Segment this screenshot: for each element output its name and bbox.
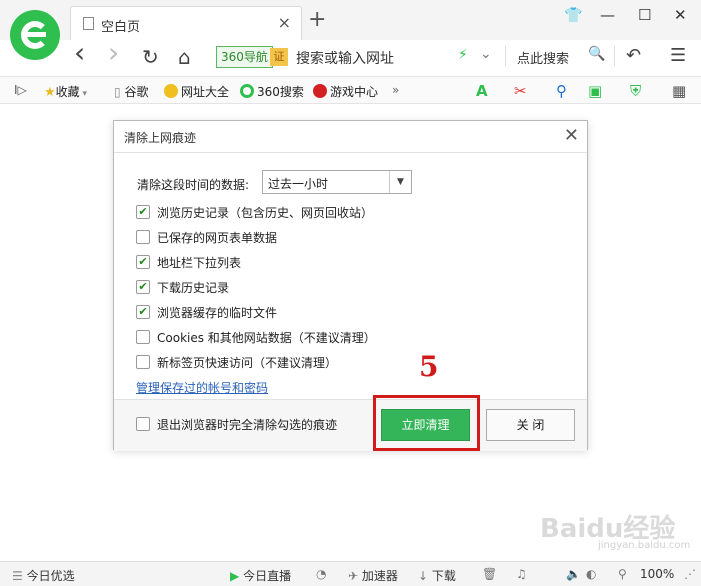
status-bar: ☰ 今日优选 ▶ 今日直播 ◔ ✈ 加速器 ↓ 下载 🗑 ♫ 🔈 ◐ ⚲ 100… — [0, 561, 701, 586]
sidebar-toggle-icon[interactable]: I▷ — [14, 83, 27, 97]
divider — [505, 46, 506, 66]
search-input[interactable]: 点此搜索 — [517, 48, 569, 67]
address-dropdown-icon[interactable]: ⌄ — [480, 46, 492, 62]
resize-grip-icon[interactable]: ⋰ — [684, 567, 696, 581]
time-range-label: 清除这段时间的数据: — [137, 178, 250, 192]
today-live[interactable]: ▶ 今日直播 — [230, 567, 291, 584]
ring-icon — [240, 84, 254, 98]
checkbox[interactable] — [136, 355, 150, 369]
download-icon: ↓ — [418, 569, 429, 583]
window-close-button[interactable]: ✕ — [674, 6, 687, 24]
clear-history-dialog: 清除上网痕迹 ✕ 清除这段时间的数据: 过去一小时 ▼ ✔ 浏览历史记录（包含历… — [113, 120, 588, 451]
back-button[interactable]: ‹ — [74, 39, 85, 67]
certificate-icon[interactable]: 证 — [270, 48, 288, 66]
manage-passwords-link[interactable]: 管理保存过的帐号和密码 — [136, 379, 268, 396]
time-range-value: 过去一小时 — [268, 177, 329, 191]
list-icon: ☰ — [12, 569, 23, 583]
bookmark-google[interactable]: ▯ 谷歌 — [114, 83, 148, 100]
game-icon — [313, 84, 327, 98]
tab-title: 空白页 — [101, 20, 141, 35]
checkbox[interactable] — [136, 417, 150, 431]
checkbox[interactable]: ✔ — [136, 305, 150, 319]
home-button[interactable]: ⌂ — [178, 45, 191, 69]
bookmark-favorites[interactable]: ★收藏 ▾ — [44, 83, 87, 100]
speedometer-icon[interactable]: ◔ — [316, 567, 326, 581]
globe-icon — [164, 84, 178, 98]
divider — [614, 46, 615, 66]
bookmark-game-center[interactable]: 游戏中心 — [313, 83, 378, 100]
step-number-annotation: 5 — [419, 350, 439, 383]
browser-logo[interactable] — [10, 10, 60, 60]
dialog-title: 清除上网痕迹 — [124, 131, 197, 145]
star-icon: ★ — [44, 85, 56, 100]
new-tab-button[interactable]: + — [308, 8, 326, 32]
page-icon — [83, 17, 94, 30]
address-input[interactable]: 搜索或输入网址 — [296, 48, 394, 68]
option-label: 地址栏下拉列表 — [157, 256, 242, 270]
bookmark-url-directory[interactable]: 网址大全 — [164, 83, 229, 100]
zoom-icon[interactable]: ⚲ — [618, 567, 627, 581]
search-icon[interactable]: 🔍 — [588, 46, 605, 62]
magnifier-icon[interactable]: ⚲ — [556, 82, 567, 100]
title-bar: 空白页 × + 👕 — ☐ ✕ — [0, 0, 701, 40]
accelerator[interactable]: ✈ 加速器 — [348, 567, 398, 584]
today-picks[interactable]: ☰ 今日优选 — [12, 567, 75, 584]
checkbox[interactable]: ✔ — [136, 280, 150, 294]
option-label: 浏览历史记录（包含历史、网页回收站） — [157, 206, 374, 220]
time-range-select[interactable]: 过去一小时 ▼ — [262, 170, 412, 194]
zoom-level[interactable]: 100% — [640, 567, 674, 581]
bookmark-360-search[interactable]: 360搜索 — [240, 83, 304, 100]
shield-icon[interactable]: ⛨ — [630, 82, 641, 100]
360-nav-badge[interactable]: 360导航 — [216, 46, 273, 68]
gamepad-icon[interactable]: ▣ — [588, 82, 602, 100]
option-label: 浏览器缓存的临时文件 — [157, 306, 278, 320]
maximize-button[interactable]: ☐ — [638, 6, 651, 24]
chevron-down-icon[interactable]: ▼ — [389, 171, 411, 193]
tab-close-icon[interactable]: × — [278, 13, 291, 32]
tab-blank-page[interactable]: 空白页 × — [70, 6, 302, 40]
page-icon: ▯ — [114, 85, 121, 99]
translate-icon[interactable]: A — [476, 82, 488, 100]
downloads[interactable]: ↓ 下载 — [418, 567, 456, 584]
play-icon: ▶ — [230, 569, 240, 583]
sound-icon[interactable]: ♫ — [516, 567, 527, 581]
menu-icon[interactable]: ☰ — [670, 44, 686, 68]
brightness-icon[interactable]: ◐ — [586, 567, 596, 581]
mute-icon[interactable]: 🔈 — [566, 567, 581, 581]
option-label: 退出浏览器时完全清除勾选的痕迹 — [157, 418, 338, 432]
refresh-button[interactable]: ↻ — [142, 45, 159, 69]
option-label: Cookies 和其他网站数据（不建议清理） — [157, 331, 376, 345]
dialog-close-icon[interactable]: ✕ — [564, 125, 579, 147]
close-button[interactable]: 关 闭 — [486, 409, 575, 441]
skin-icon[interactable]: 👕 — [564, 6, 583, 24]
option-label: 下载历史记录 — [157, 281, 230, 295]
rocket-icon: ✈ — [348, 569, 359, 583]
checkbox[interactable]: ✔ — [136, 255, 150, 269]
scissors-icon[interactable]: ✂ — [514, 82, 527, 100]
checkbox[interactable]: ✔ — [136, 205, 150, 219]
checkbox[interactable] — [136, 230, 150, 244]
dialog-header: 清除上网痕迹 ✕ — [114, 121, 587, 153]
forward-button[interactable]: › — [108, 39, 119, 67]
more-bookmarks-icon[interactable]: » — [392, 83, 399, 97]
highlight-box — [373, 395, 480, 451]
speed-icon[interactable]: ⚡ — [458, 47, 468, 63]
option-label: 新标签页快速访问（不建议清理） — [157, 356, 338, 370]
undo-icon[interactable]: ↶ — [626, 44, 641, 68]
apps-grid-icon[interactable]: ▦ — [672, 82, 686, 100]
minimize-button[interactable]: — — [600, 6, 615, 24]
checkbox[interactable] — [136, 330, 150, 344]
option-label: 已保存的网页表单数据 — [157, 231, 278, 245]
trash-icon[interactable]: 🗑 — [482, 567, 497, 581]
bookmarks-bar: I▷ ★收藏 ▾ ▯ 谷歌 网址大全 360搜索 游戏中心 » A ✂ ⚲ ▣ … — [0, 76, 701, 104]
watermark-url: jingyan.baidu.com — [598, 540, 691, 551]
